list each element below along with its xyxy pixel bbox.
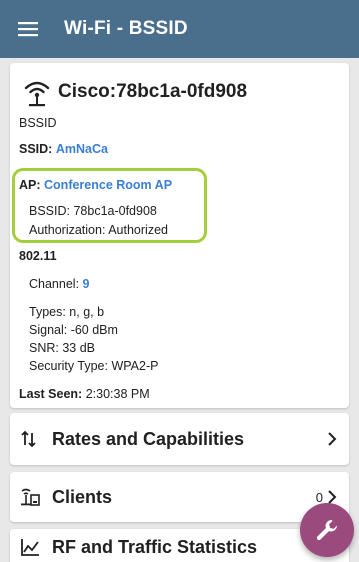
- rf-traffic-row[interactable]: RF and Traffic Statistics: [10, 529, 349, 562]
- last-seen-value: 2:30:38 PM: [85, 387, 150, 401]
- signal-value: Signal: -60 dBm: [29, 323, 118, 337]
- types-value: Types: n, g, b: [29, 305, 105, 319]
- bssid-card: Cisco:78bc1a-0fd908 BSSID SSID: AmNaCa A…: [10, 63, 349, 408]
- chart-icon: [20, 537, 48, 557]
- authorization-status: Authorization: Authorized: [29, 223, 168, 237]
- bssid-type-label: BSSID: [19, 116, 57, 130]
- rates-capabilities-label: Rates and Capabilities: [52, 428, 245, 449]
- last-seen-label: Last Seen:: [19, 387, 83, 401]
- page-title: Wi-Fi - BSSID: [64, 18, 188, 39]
- standard-heading: 802.11: [19, 249, 57, 263]
- ap-bssid: BSSID: 78bc1a-0fd908: [29, 204, 157, 218]
- clients-label: Clients: [52, 486, 113, 507]
- ap-label: AP:: [19, 178, 41, 192]
- channel-link[interactable]: 9: [83, 277, 90, 291]
- app-bar: Wi-Fi - BSSID: [0, 0, 359, 58]
- menu-icon: [18, 22, 38, 37]
- channel-row: Channel: 9: [29, 277, 89, 291]
- clients-count: 0: [315, 489, 323, 505]
- channel-label: Channel:: [29, 277, 80, 291]
- bssid-name: Cisco:78bc1a-0fd908: [58, 81, 248, 102]
- chevron-right-icon: [328, 490, 337, 504]
- ap-row: AP: Conference Room AP: [19, 178, 172, 192]
- ssid-label: SSID:: [19, 142, 53, 156]
- last-seen-row: Last Seen: 2:30:38 PM: [19, 387, 150, 401]
- rf-traffic-label: RF and Traffic Statistics: [52, 537, 258, 557]
- bssid-header: Cisco:78bc1a-0fd908: [22, 77, 247, 107]
- tools-fab-button[interactable]: [300, 503, 354, 557]
- chevron-right-icon: [328, 432, 337, 446]
- wrench-icon: [316, 520, 337, 541]
- security-type-value: Security Type: WPA2-P: [29, 359, 159, 373]
- snr-value: SNR: 33 dB: [29, 341, 96, 355]
- menu-button[interactable]: [0, 0, 56, 58]
- wifi-antenna-icon: [24, 81, 50, 107]
- ssid-row: SSID: AmNaCa: [19, 142, 108, 156]
- clients-icon: [20, 487, 48, 507]
- ssid-link[interactable]: AmNaCa: [56, 142, 108, 156]
- sort-arrows-icon: [20, 430, 48, 448]
- clients-row[interactable]: Clients 0: [10, 472, 349, 522]
- ap-link[interactable]: Conference Room AP: [44, 178, 172, 192]
- rates-capabilities-row[interactable]: Rates and Capabilities: [10, 413, 349, 465]
